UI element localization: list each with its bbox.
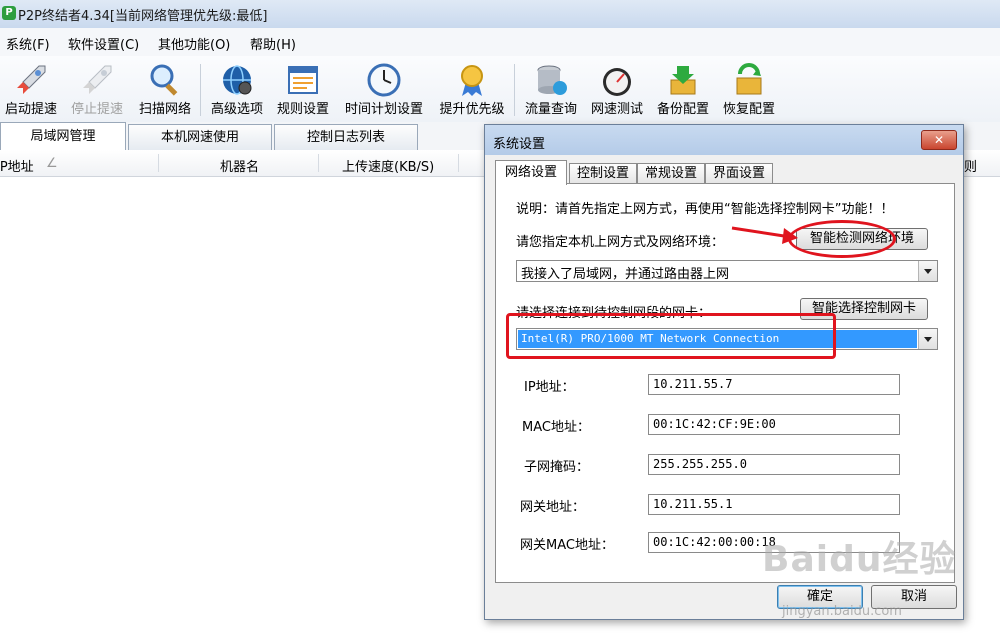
start-boost-button[interactable]: 启动提速: [0, 56, 62, 122]
env-label: 请您指定本机上网方式及网络环境：: [516, 235, 725, 250]
dialog-title-bar[interactable]: 系统设置 ✕: [485, 125, 963, 155]
speed-test-button[interactable]: 网速测试: [586, 56, 648, 122]
ip-address-value: 10.211.55.7: [653, 377, 733, 391]
subnet-mask-field[interactable]: 255.255.255.0: [648, 454, 900, 475]
backup-config-button[interactable]: 备份配置: [652, 56, 714, 122]
window-title: P2P终结者4.34[当前网络管理优先级:最低]: [18, 9, 268, 24]
app-logo-icon: P: [2, 6, 16, 20]
chevron-down-icon[interactable]: [918, 261, 937, 281]
toolbar-label: 提升优先级: [439, 102, 505, 117]
title-bar: P P2P终结者4.34[当前网络管理优先级:最低]: [0, 0, 1000, 29]
toolbar-label: 停止提速: [70, 102, 123, 117]
raise-priority-button[interactable]: 提升优先级: [434, 56, 510, 122]
toolbar-label: 恢复配置: [722, 102, 775, 117]
menu-help[interactable]: 帮助(H): [250, 34, 296, 53]
annotation-rectangle: [506, 313, 836, 359]
box-refresh-icon: [736, 63, 762, 95]
globe-gear-icon: [223, 65, 252, 95]
clock-icon: [367, 63, 401, 97]
column-machine-name[interactable]: 机器名: [220, 156, 259, 175]
toolbar-separator: [514, 64, 515, 116]
tab-general-settings[interactable]: 常规设置: [637, 163, 705, 184]
mac-address-field[interactable]: 00:1C:42:CF:9E:00: [648, 414, 900, 435]
toolbar-separator: [200, 64, 201, 116]
menu-other-functions[interactable]: 其他功能(O): [158, 34, 230, 53]
rocket-stop-icon: [83, 65, 112, 94]
toolbar-label: 高级选项: [210, 102, 263, 117]
speedometer-icon: [603, 68, 631, 96]
toolbar-label: 时间计划设置: [344, 102, 423, 117]
toolbar-label: 规则设置: [276, 102, 329, 117]
advanced-options-button[interactable]: 高级选项: [206, 56, 268, 122]
mac-address-label: MAC地址：: [522, 420, 590, 435]
chevron-down-icon[interactable]: [918, 329, 937, 349]
time-schedule-button[interactable]: 时间计划设置: [338, 56, 430, 122]
scan-network-button[interactable]: 扫描网络: [134, 56, 196, 122]
tab-control-settings[interactable]: 控制设置: [569, 163, 637, 184]
rocket-icon: [17, 65, 46, 94]
close-icon[interactable]: ✕: [921, 130, 957, 150]
column-ip-address[interactable]: IP地址: [0, 156, 34, 175]
database-globe-icon: [537, 65, 567, 95]
column-rule[interactable]: 则: [964, 156, 977, 175]
toolbar-label: 网速测试: [590, 102, 643, 117]
toolbar: 启动提速 停止提速 扫描网络 高级选项 规则设置 时间计划设置 提升优先级 流量…: [0, 56, 1000, 122]
ip-address-field[interactable]: 10.211.55.7: [648, 374, 900, 395]
window-rules-icon: [288, 66, 318, 94]
gateway-address-value: 10.211.55.1: [653, 497, 733, 511]
subnet-mask-value: 255.255.255.0: [653, 457, 747, 471]
box-down-arrow-icon: [670, 66, 696, 95]
gateway-address-label: 网关地址：: [520, 500, 586, 515]
ip-address-label: IP地址：: [524, 380, 575, 395]
tab-local-speed-usage[interactable]: 本机网速使用: [128, 124, 272, 150]
rule-settings-button[interactable]: 规则设置: [272, 56, 334, 122]
menu-bar: 系统(F) 软件设置(C) 其他功能(O) 帮助(H): [0, 28, 1000, 56]
stop-boost-button[interactable]: 停止提速: [66, 56, 128, 122]
instruction-note: 说明：请首先指定上网方式，再使用“智能选择控制网卡”功能！！: [516, 202, 894, 217]
tab-control-log-list[interactable]: 控制日志列表: [274, 124, 418, 150]
baidu-watermark-url: jingyan.baidu.com: [782, 604, 902, 619]
column-upload-speed[interactable]: 上传速度(KB/S): [342, 156, 434, 175]
column-divider[interactable]: [158, 154, 159, 172]
mac-address-value: 00:1C:42:CF:9E:00: [653, 417, 776, 431]
menu-system[interactable]: 系统(F): [6, 34, 50, 53]
toolbar-label: 启动提速: [4, 102, 57, 117]
tab-network-settings[interactable]: 网络设置: [495, 160, 567, 185]
restore-config-button[interactable]: 恢复配置: [718, 56, 780, 122]
gateway-mac-label: 网关MAC地址：: [520, 538, 614, 553]
subnet-mask-label: 子网掩码：: [524, 460, 590, 475]
toolbar-label: 备份配置: [656, 102, 709, 117]
network-env-select[interactable]: 我接入了局域网，并通过路由器上网: [516, 260, 938, 282]
network-env-value: 我接入了局域网，并通过路由器上网: [521, 267, 730, 282]
tab-lan-management[interactable]: 局域网管理: [0, 122, 126, 151]
sort-indicator-icon: ∠: [46, 156, 58, 171]
annotation-ellipse: [788, 220, 896, 258]
toolbar-label: 扫描网络: [138, 102, 191, 117]
menu-software-settings[interactable]: 软件设置(C): [68, 34, 139, 53]
medal-icon: [461, 65, 483, 96]
column-divider[interactable]: [318, 154, 319, 172]
column-divider[interactable]: [458, 154, 459, 172]
dialog-title: 系统设置: [493, 137, 546, 152]
baidu-watermark: Baidu经验: [762, 539, 957, 580]
tab-interface-settings[interactable]: 界面设置: [705, 163, 773, 184]
annotation-arrow-icon: [731, 226, 798, 244]
magnifier-icon: [150, 64, 178, 96]
traffic-query-button[interactable]: 流量查询: [520, 56, 582, 122]
toolbar-label: 流量查询: [524, 102, 577, 117]
gateway-address-field[interactable]: 10.211.55.1: [648, 494, 900, 515]
gateway-mac-value: 00:1C:42:00:00:18: [653, 535, 776, 549]
